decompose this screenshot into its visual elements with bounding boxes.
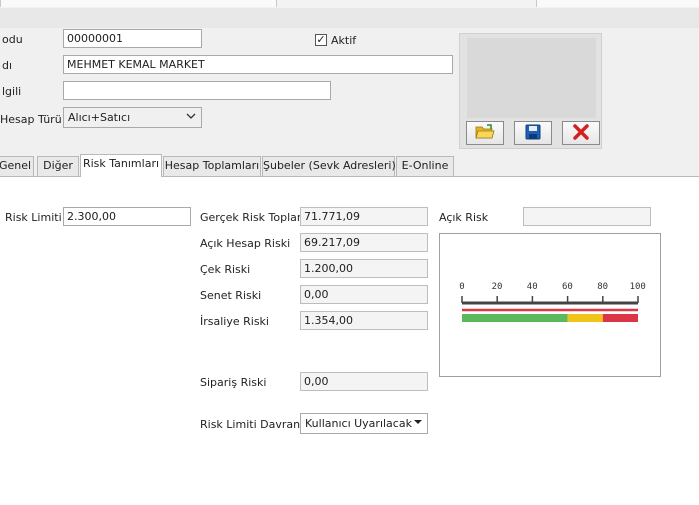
caret-down-icon: [414, 416, 422, 433]
adi-label: dı: [2, 59, 13, 72]
delete-icon: [573, 123, 589, 143]
delete-image-button[interactable]: [562, 121, 600, 145]
siparis-riski-label: Sipariş Riski: [200, 376, 267, 389]
gauge-ranges: [462, 314, 638, 322]
irsaliye-riski-value: 1.354,00: [300, 311, 428, 330]
window-tab-left[interactable]: [0, 0, 277, 7]
gercek-risk-value: 71.771,09: [300, 207, 428, 226]
risk-gauge: 0 20 40 60 80 100: [439, 233, 661, 377]
tab-subeler[interactable]: Şubeler (Sevk Adresleri): [262, 156, 396, 176]
tab-strip: Genel Diğer Risk Tanımları Hesap Toplaml…: [0, 154, 699, 177]
adi-input[interactable]: MEHMET KEMAL MARKET: [63, 55, 453, 74]
acik-risk-value: [523, 207, 651, 226]
senet-riski-label: Senet Riski: [200, 289, 262, 302]
senet-riski-value: 0,00: [300, 285, 428, 304]
hesap-turu-label: Hesap Türü: [0, 113, 62, 126]
acik-risk-label: Açık Risk: [439, 211, 489, 224]
folder-open-icon: [475, 123, 495, 143]
account-image[interactable]: [467, 38, 596, 118]
risk-limiti-input[interactable]: 2.300,00: [63, 207, 191, 226]
cek-riski-label: Çek Riski: [200, 263, 251, 276]
siparis-riski-value: 0,00: [300, 372, 428, 391]
acik-hesap-label: Açık Hesap Riski: [200, 237, 291, 250]
save-image-button[interactable]: [514, 121, 552, 145]
chevron-down-icon: [186, 110, 196, 127]
open-image-button[interactable]: [466, 121, 504, 145]
gauge-range-band: [602, 314, 638, 322]
tab-genel[interactable]: Genel: [0, 156, 34, 176]
kodu-label: odu: [2, 33, 23, 46]
header-band: [0, 8, 699, 28]
hesap-turu-value: Alıcı+Satıcı: [68, 111, 131, 124]
window-tab-right[interactable]: [536, 0, 699, 7]
gercek-risk-label: Gerçek Risk Toplamı: [200, 211, 311, 224]
risk-limiti-label: Risk Limiti: [5, 211, 62, 224]
kodu-input[interactable]: 00000001: [63, 29, 202, 48]
tab-hesap-toplamlari[interactable]: Hesap Toplamları: [163, 156, 261, 176]
ilgili-input[interactable]: [63, 81, 331, 100]
cek-riski-value: 1.200,00: [300, 259, 428, 278]
gauge-range-band: [462, 314, 568, 322]
ilgili-label: lgili: [2, 85, 22, 98]
tab-diger[interactable]: Diğer: [37, 156, 79, 176]
tab-risk-tanimlari[interactable]: Risk Tanımları: [80, 154, 162, 177]
acik-hesap-value: 69.217,09: [300, 233, 428, 252]
tab-e-online[interactable]: E-Online: [396, 156, 454, 176]
account-image-panel: [459, 33, 602, 149]
aktif-checkbox[interactable]: ✓: [315, 34, 327, 46]
gauge-range-band: [567, 314, 603, 322]
irsaliye-riski-label: İrsaliye Riski: [200, 315, 269, 328]
save-icon: [525, 124, 541, 143]
hesap-turu-select[interactable]: Alıcı+Satıcı: [63, 107, 202, 128]
risk-limiti-davranimi-select[interactable]: Kullanıcı Uyarılacak: [300, 413, 428, 434]
aktif-label: Aktif: [331, 34, 357, 47]
gauge-graphic: [461, 296, 639, 322]
risk-limiti-davranimi-value: Kullanıcı Uyarılacak: [305, 417, 412, 430]
